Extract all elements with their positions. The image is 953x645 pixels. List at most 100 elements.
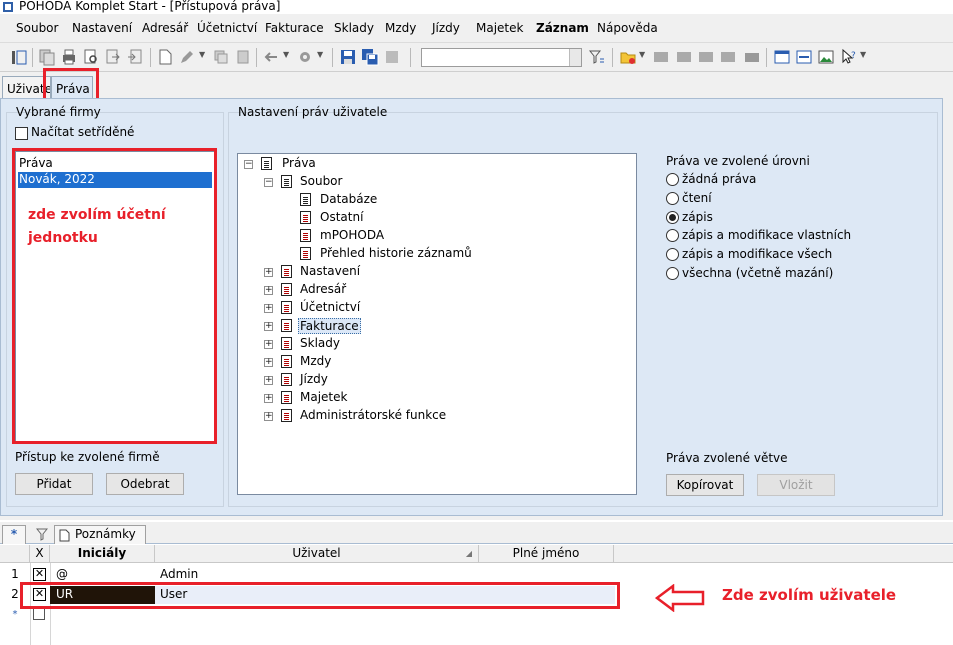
menu-ucetnictvi[interactable]: Účetnictví bbox=[197, 21, 257, 35]
settings-gear-icon[interactable] bbox=[296, 48, 314, 66]
radio-level-full[interactable] bbox=[666, 267, 679, 280]
tree-leaf-ostatni[interactable]: Ostatní bbox=[282, 209, 622, 227]
paste-button[interactable]: Vložit bbox=[757, 474, 835, 496]
bank-icon[interactable] bbox=[743, 48, 761, 66]
dropdown-arrow-icon[interactable]: ▼ bbox=[199, 50, 205, 59]
menu-jizdy[interactable]: Jízdy bbox=[432, 21, 460, 35]
expand-icon[interactable]: + bbox=[264, 358, 273, 367]
menu-nastaveni[interactable]: Nastavení bbox=[72, 21, 132, 35]
col-x[interactable]: X bbox=[30, 545, 50, 563]
collapse-icon[interactable]: − bbox=[244, 160, 253, 169]
print-preview-icon[interactable] bbox=[82, 48, 100, 66]
radio-level-read[interactable] bbox=[666, 192, 679, 205]
tab-notes[interactable]: Poznámky bbox=[54, 525, 146, 544]
tree-node-admin[interactable]: + Administrátorské funkce bbox=[264, 407, 624, 425]
expand-icon[interactable]: + bbox=[264, 412, 273, 421]
picture-icon[interactable] bbox=[817, 48, 835, 66]
tree-node-fakturace[interactable]: + Fakturace bbox=[264, 317, 624, 335]
collapse-icon[interactable]: − bbox=[264, 178, 273, 187]
table-remove-icon[interactable] bbox=[697, 48, 715, 66]
toolbar-combo[interactable] bbox=[421, 48, 582, 67]
row-checkbox[interactable]: ✕ bbox=[33, 568, 46, 581]
chevron-down-icon[interactable] bbox=[569, 49, 581, 66]
rights-tree[interactable]: − Práva − Soubor Databáze Ostatní mPOHOD… bbox=[237, 153, 637, 495]
tree-node-jizdy[interactable]: + Jízdy bbox=[264, 371, 624, 389]
save-all-icon[interactable] bbox=[361, 48, 379, 66]
menu-majetek[interactable]: Majetek bbox=[476, 21, 523, 35]
radio-level-read-label: čtení bbox=[682, 191, 712, 205]
radio-level-none[interactable] bbox=[666, 173, 679, 186]
copy-icon[interactable] bbox=[212, 48, 230, 66]
col-initials[interactable]: Iniciály bbox=[50, 545, 155, 563]
col-user[interactable]: Uživatel ◢ bbox=[155, 545, 479, 563]
filter-icon[interactable] bbox=[36, 527, 48, 541]
tree-node-nastaveni[interactable]: + Nastavení bbox=[264, 263, 624, 281]
cancel-icon[interactable] bbox=[383, 48, 401, 66]
window-list-icon[interactable] bbox=[795, 48, 813, 66]
tree-node-adresar[interactable]: + Adresář bbox=[264, 281, 624, 299]
tree-leaf-databaze[interactable]: Databáze bbox=[282, 191, 622, 209]
menu-soubor[interactable]: Soubor bbox=[16, 21, 58, 35]
table-icon[interactable] bbox=[652, 48, 670, 66]
expand-icon[interactable]: + bbox=[264, 304, 273, 313]
app-logo-icon bbox=[3, 2, 13, 12]
new-doc-icon[interactable] bbox=[156, 48, 174, 66]
col-fullname[interactable]: Plné jméno bbox=[479, 545, 614, 563]
row-checkbox[interactable] bbox=[33, 608, 45, 620]
back-arrow-icon[interactable] bbox=[262, 48, 280, 66]
tab-prava[interactable]: Práva bbox=[51, 76, 93, 100]
tree-node-mzdy[interactable]: + Mzdy bbox=[264, 353, 624, 371]
expand-icon[interactable]: + bbox=[264, 268, 273, 277]
tree-node-ucetnictvi[interactable]: + Účetnictví bbox=[264, 299, 624, 317]
tree-leaf-mpohoda[interactable]: mPOHODA bbox=[282, 227, 622, 245]
expand-icon[interactable]: + bbox=[264, 322, 273, 331]
dropdown-arrow-icon[interactable]: ▼ bbox=[639, 50, 645, 59]
tree-node-root[interactable]: − Práva bbox=[244, 155, 624, 173]
table-add-icon[interactable] bbox=[675, 48, 693, 66]
filter-icon[interactable] bbox=[588, 48, 606, 66]
help-cursor-icon[interactable]: ? bbox=[840, 48, 858, 66]
company-list[interactable]: Práva Novák, 2022 zde zvolím účetní jedn… bbox=[15, 151, 215, 443]
tree-node-sklady[interactable]: + Sklady bbox=[264, 335, 624, 353]
menu-mzdy[interactable]: Mzdy bbox=[385, 21, 416, 35]
dropdown-arrow-icon[interactable]: ▼ bbox=[317, 50, 323, 59]
tree-node-majetek[interactable]: + Majetek bbox=[264, 389, 624, 407]
expand-icon[interactable]: + bbox=[264, 286, 273, 295]
tab-uzivatel[interactable]: Uživatel bbox=[2, 76, 51, 100]
save-icon[interactable] bbox=[339, 48, 357, 66]
menu-adresar[interactable]: Adresář bbox=[142, 21, 188, 35]
edit-icon[interactable] bbox=[178, 48, 196, 66]
print-icon[interactable] bbox=[60, 48, 78, 66]
branch-label: Práva zvolené větve bbox=[666, 451, 788, 465]
menu-zaznam[interactable]: Záznam bbox=[536, 21, 589, 35]
table-row[interactable]: 1 ✕ @ Admin bbox=[0, 565, 953, 585]
sort-checkbox[interactable] bbox=[15, 127, 28, 140]
export-icon[interactable] bbox=[104, 48, 122, 66]
dropdown-arrow-icon[interactable]: ▼ bbox=[283, 50, 289, 59]
paste-icon[interactable] bbox=[234, 48, 252, 66]
tab-star[interactable]: * bbox=[2, 525, 26, 544]
copy-doc-icon[interactable] bbox=[38, 48, 56, 66]
window-icon[interactable] bbox=[773, 48, 791, 66]
copy-button[interactable]: Kopírovat bbox=[666, 474, 744, 496]
expand-icon[interactable]: + bbox=[264, 376, 273, 385]
table-copy-icon[interactable] bbox=[719, 48, 737, 66]
company-list-item[interactable]: Novák, 2022 bbox=[18, 172, 212, 188]
tree-leaf-historie[interactable]: Přehled historie záznamů bbox=[282, 245, 622, 263]
new-row[interactable]: * bbox=[0, 605, 953, 625]
radio-level-write[interactable] bbox=[666, 211, 679, 224]
folder-icon[interactable] bbox=[619, 48, 637, 66]
import-icon[interactable] bbox=[126, 48, 144, 66]
tree-node-soubor[interactable]: − Soubor bbox=[264, 173, 624, 191]
menu-sklady[interactable]: Sklady bbox=[334, 21, 374, 35]
remove-button[interactable]: Odebrat bbox=[106, 473, 184, 495]
dropdown-arrow-icon[interactable]: ▼ bbox=[860, 50, 866, 59]
menu-napoveda[interactable]: Nápověda bbox=[597, 21, 658, 35]
row-checkbox[interactable]: ✕ bbox=[33, 588, 46, 601]
add-button[interactable]: Přidat bbox=[15, 473, 93, 495]
menu-fakturace[interactable]: Fakturace bbox=[265, 21, 324, 35]
expand-icon[interactable]: + bbox=[264, 394, 273, 403]
expand-icon[interactable]: + bbox=[264, 340, 273, 349]
radio-level-all-modify[interactable] bbox=[666, 248, 679, 261]
radio-level-own[interactable] bbox=[666, 229, 679, 242]
